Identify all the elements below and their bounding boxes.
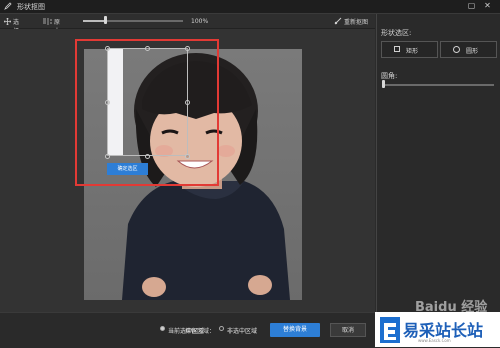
redo-cutout-label: 重新抠图 — [344, 19, 369, 26]
title-bar: 形状抠图 ▢ ✕ — [0, 0, 500, 14]
replace-background-button[interactable]: 替换背景 — [270, 323, 320, 337]
dashed-rect-icon — [394, 46, 400, 52]
move-arrows-icon — [4, 18, 11, 25]
circle-shape-button[interactable]: 圆形 — [440, 41, 497, 58]
restore-window-icon[interactable]: ▢ — [466, 1, 477, 11]
circle-icon — [453, 46, 460, 53]
zoom-slider-handle[interactable] — [104, 16, 107, 24]
brand-logo-icon — [380, 317, 400, 343]
option-outside-label[interactable]: 非选中区域 — [227, 326, 257, 335]
options-panel — [376, 14, 500, 312]
original-size-icon — [43, 18, 52, 25]
radio-checked-icon — [160, 326, 165, 331]
rect-shape-button[interactable]: 矩形 — [381, 41, 438, 58]
option-inside-label[interactable]: 当前选中区域 — [168, 326, 204, 335]
zoom-percent: 100% — [191, 18, 209, 25]
window-title: 形状抠图 — [17, 3, 45, 11]
rounded-corner-slider-handle[interactable] — [382, 80, 385, 88]
red-annotation-box — [75, 39, 219, 186]
shape-selection-heading: 形状选区: — [381, 29, 412, 37]
zoom-slider-fill — [83, 20, 105, 22]
pen-icon — [4, 2, 12, 10]
brush-icon — [334, 17, 342, 25]
circle-shape-label: 圆形 — [466, 48, 479, 55]
rect-shape-label: 矩形 — [406, 48, 419, 55]
radio-unchecked-icon[interactable] — [219, 326, 224, 331]
close-icon[interactable]: ✕ — [482, 1, 493, 11]
watermark-url: www.Easck.Com — [418, 338, 451, 343]
rounded-corner-slider-track[interactable] — [382, 84, 494, 86]
cancel-button[interactable]: 取消 — [330, 323, 366, 337]
